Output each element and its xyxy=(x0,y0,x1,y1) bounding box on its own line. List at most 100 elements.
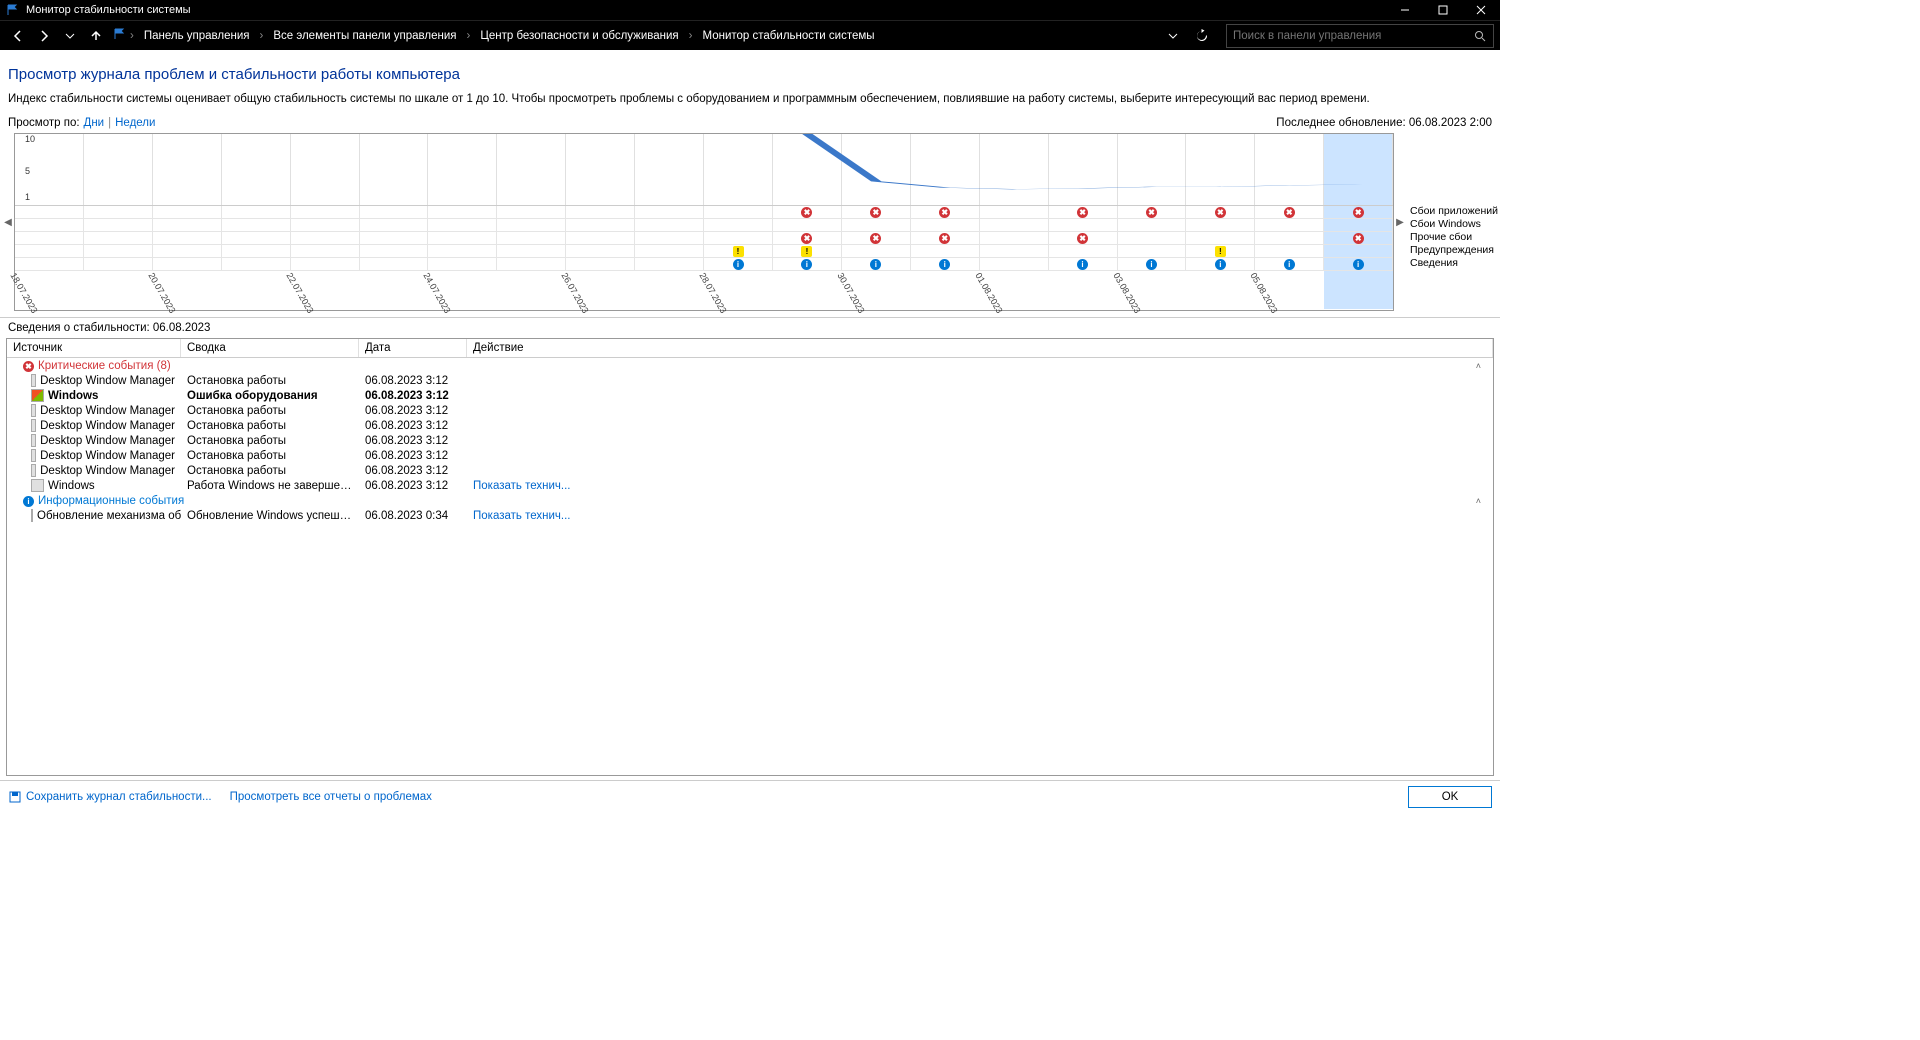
breadcrumb-item[interactable]: Все элементы панели управления xyxy=(267,24,462,48)
event-cell[interactable]: ✖ xyxy=(842,206,911,218)
event-cell[interactable]: ✖ xyxy=(1118,206,1187,218)
event-cell[interactable] xyxy=(153,232,222,244)
event-cell[interactable] xyxy=(1049,245,1118,257)
table-row[interactable]: Desktop Window ManagerОстановка работы06… xyxy=(7,373,1493,388)
breadcrumb-item[interactable]: Панель управления xyxy=(138,24,256,48)
recent-button[interactable] xyxy=(58,24,82,48)
event-cell[interactable] xyxy=(566,232,635,244)
event-cell[interactable] xyxy=(360,258,429,270)
event-cell[interactable] xyxy=(566,219,635,231)
event-cell[interactable] xyxy=(84,245,153,257)
event-cell[interactable] xyxy=(291,219,360,231)
event-cell[interactable] xyxy=(428,232,497,244)
minimize-button[interactable] xyxy=(1386,0,1424,20)
event-cell[interactable] xyxy=(497,245,566,257)
event-cell[interactable] xyxy=(153,258,222,270)
col-action[interactable]: Действие xyxy=(467,339,1493,357)
event-cell[interactable]: ! xyxy=(1186,245,1255,257)
event-cell[interactable] xyxy=(1255,219,1324,231)
event-cell[interactable] xyxy=(222,258,291,270)
action-link[interactable]: Показать технич... xyxy=(473,480,570,492)
event-cell[interactable]: ✖ xyxy=(1324,206,1393,218)
event-cell[interactable] xyxy=(704,232,773,244)
save-history-link[interactable]: Сохранить журнал стабильности... xyxy=(8,790,212,804)
event-cell[interactable]: ✖ xyxy=(911,206,980,218)
view-days-link[interactable]: Дни xyxy=(84,117,105,129)
event-cell[interactable] xyxy=(360,219,429,231)
col-summary[interactable]: Сводка xyxy=(181,339,359,357)
event-cell[interactable] xyxy=(497,206,566,218)
event-cell[interactable] xyxy=(980,219,1049,231)
event-cell[interactable] xyxy=(635,232,704,244)
event-cell[interactable] xyxy=(497,258,566,270)
group-header[interactable]: ✖Критические события (8)˄ xyxy=(7,358,1493,373)
event-cell[interactable] xyxy=(566,245,635,257)
event-cell[interactable]: ✖ xyxy=(842,232,911,244)
event-cell[interactable] xyxy=(497,232,566,244)
col-date[interactable]: Дата xyxy=(359,339,467,357)
event-cell[interactable] xyxy=(635,206,704,218)
breadcrumb-item[interactable]: Центр безопасности и обслуживания xyxy=(474,24,684,48)
table-row[interactable]: Desktop Window ManagerОстановка работы06… xyxy=(7,403,1493,418)
address-dropdown-button[interactable] xyxy=(1160,24,1186,48)
event-cell[interactable] xyxy=(84,232,153,244)
event-cell[interactable] xyxy=(428,206,497,218)
event-cell[interactable] xyxy=(15,206,84,218)
event-cell[interactable] xyxy=(153,245,222,257)
event-cell[interactable] xyxy=(704,219,773,231)
search-box[interactable] xyxy=(1226,24,1494,48)
event-cell[interactable]: ✖ xyxy=(1049,232,1118,244)
event-cell[interactable] xyxy=(911,219,980,231)
event-cell[interactable]: i xyxy=(704,258,773,270)
event-cell[interactable]: i xyxy=(1049,258,1118,270)
view-all-reports-link[interactable]: Просмотреть все отчеты о проблемах xyxy=(230,791,432,803)
event-cell[interactable] xyxy=(1324,245,1393,257)
event-cell[interactable] xyxy=(15,232,84,244)
search-input[interactable] xyxy=(1227,30,1467,42)
close-button[interactable] xyxy=(1462,0,1500,20)
event-cell[interactable] xyxy=(360,245,429,257)
event-cell[interactable]: ✖ xyxy=(1186,206,1255,218)
event-cell[interactable]: ! xyxy=(704,245,773,257)
table-row[interactable]: Desktop Window ManagerОстановка работы06… xyxy=(7,448,1493,463)
event-cell[interactable] xyxy=(497,219,566,231)
event-cell[interactable] xyxy=(360,206,429,218)
event-cell[interactable] xyxy=(980,245,1049,257)
event-cell[interactable]: i xyxy=(1324,258,1393,270)
event-cell[interactable] xyxy=(428,258,497,270)
event-cell[interactable]: ✖ xyxy=(1049,206,1118,218)
table-row[interactable]: Обновление механизма обнару...Обновление… xyxy=(7,508,1493,523)
event-cell[interactable] xyxy=(635,258,704,270)
event-cell[interactable] xyxy=(1255,245,1324,257)
up-button[interactable] xyxy=(84,24,108,48)
event-cell[interactable] xyxy=(84,206,153,218)
event-cell[interactable]: ✖ xyxy=(1324,232,1393,244)
event-cell[interactable] xyxy=(291,206,360,218)
event-cell[interactable] xyxy=(704,206,773,218)
event-cell[interactable] xyxy=(15,219,84,231)
table-row[interactable]: WindowsРабота Windows не завершена должн… xyxy=(7,478,1493,493)
event-cell[interactable] xyxy=(153,219,222,231)
refresh-button[interactable] xyxy=(1188,24,1214,48)
ok-button[interactable]: OK xyxy=(1408,786,1492,808)
event-cell[interactable] xyxy=(635,245,704,257)
event-cell[interactable] xyxy=(635,219,704,231)
event-cell[interactable] xyxy=(911,245,980,257)
table-row[interactable]: Desktop Window ManagerОстановка работы06… xyxy=(7,418,1493,433)
event-cell[interactable] xyxy=(222,219,291,231)
event-cell[interactable]: ✖ xyxy=(1255,206,1324,218)
chart-body[interactable]: 10 5 1 ✖✖✖✖✖✖✖✖✖✖✖✖✖!!!iiiiiiiii 18.07.2… xyxy=(14,133,1394,311)
event-cell[interactable] xyxy=(1049,219,1118,231)
event-cell[interactable]: ! xyxy=(773,245,842,257)
table-row[interactable]: WindowsОшибка оборудования06.08.2023 3:1… xyxy=(7,388,1493,403)
event-cell[interactable] xyxy=(842,219,911,231)
event-cell[interactable]: i xyxy=(842,258,911,270)
event-cell[interactable]: i xyxy=(911,258,980,270)
event-cell[interactable] xyxy=(1186,219,1255,231)
event-cell[interactable] xyxy=(1186,232,1255,244)
event-cell[interactable] xyxy=(980,258,1049,270)
event-cell[interactable]: i xyxy=(1186,258,1255,270)
event-cell[interactable]: i xyxy=(1255,258,1324,270)
event-cell[interactable] xyxy=(291,258,360,270)
event-cell[interactable] xyxy=(1118,232,1187,244)
